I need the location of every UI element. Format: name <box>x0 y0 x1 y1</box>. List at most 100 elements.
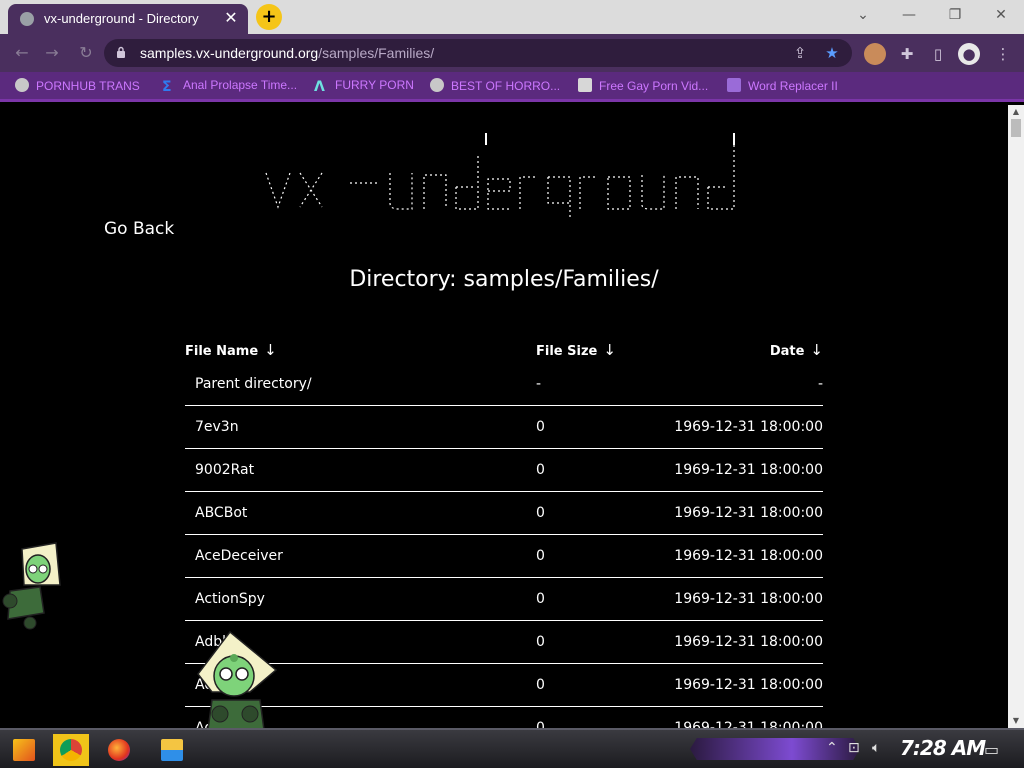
scroll-up-icon[interactable]: ▲ <box>1008 105 1024 119</box>
file-date: 1969-12-31 18:00:00 <box>674 505 823 521</box>
table-row: Aderb 0 1969-12-31 18:00:00 <box>185 707 823 728</box>
table-row: AceDeceiver 0 1969-12-31 18:00:00 <box>185 535 823 578</box>
lambda-icon: Λ <box>314 79 325 95</box>
vx-underground-logo <box>265 133 735 220</box>
vertical-scrollbar[interactable]: ▲ ▼ <box>1008 105 1024 728</box>
tray-chevron-icon[interactable]: ⌃ <box>826 740 838 756</box>
table-row: Adbka 0 1969-12-31 18:00:00 <box>185 621 823 664</box>
tab-title: vx-underground - Directory <box>44 11 199 26</box>
scroll-thumb[interactable] <box>1011 119 1021 137</box>
sort-by-date-header[interactable]: Date ↓ <box>770 341 823 359</box>
restore-button[interactable]: ❐ <box>932 4 978 26</box>
sort-by-name-header[interactable]: File Name ↓ <box>185 341 277 359</box>
file-name-link[interactable]: ABCBot <box>195 505 247 521</box>
tab-search-icon[interactable]: ⌄ <box>840 4 886 26</box>
go-back-link[interactable]: Go Back <box>104 219 174 239</box>
close-tab-icon[interactable]: ✕ <box>222 9 240 27</box>
table-row: 7ev3n 0 1969-12-31 18:00:00 <box>185 406 823 449</box>
wr-icon <box>727 78 741 92</box>
file-name-link[interactable]: AceDeceiver <box>195 548 283 564</box>
extension-avatar-icon[interactable] <box>864 43 886 65</box>
sort-arrow-icon: ↓ <box>810 341 823 359</box>
lock-icon <box>117 46 125 58</box>
page-content: Go Back Directory: samples/Families/ Fil… <box>0 105 1008 728</box>
file-name-link[interactable]: ActionSpy <box>195 591 265 607</box>
table-row: Aot 0 1969-12-31 18:00:00 <box>185 664 823 707</box>
menu-kebab-icon[interactable]: ⋮ <box>992 43 1014 65</box>
minimize-button[interactable]: — <box>886 4 932 26</box>
file-size: - <box>536 376 542 392</box>
file-date: 1969-12-31 18:00:00 <box>674 419 823 435</box>
taskbar-file-explorer[interactable] <box>154 734 190 766</box>
sort-arrow-icon: ↓ <box>264 341 277 359</box>
bookmark-star-icon[interactable]: ★ <box>822 43 842 63</box>
table-row: ABCBot 0 1969-12-31 18:00:00 <box>185 492 823 535</box>
chrome-icon <box>60 739 82 761</box>
taskbar-chrome[interactable] <box>53 734 89 766</box>
file-name-link[interactable]: 9002Rat <box>195 462 254 478</box>
volume-icon[interactable]: 🔈︎ <box>872 740 880 756</box>
file-listing-table: File Name ↓ File Size ↓ Date ↓ Parent direc… <box>185 337 823 728</box>
globe-icon <box>430 78 444 92</box>
taskbar: ⌃ ⊡ 🔈︎ 7:28 AM ▭ <box>0 728 1024 768</box>
share-icon[interactable]: ⇪ <box>790 43 810 63</box>
bookmark-item[interactable]: Λ FURRY PORN <box>314 78 414 96</box>
globe-icon <box>20 12 34 26</box>
firefox-icon <box>108 739 130 761</box>
tab-vx-underground[interactable]: vx-underground - Directory ✕ <box>8 4 248 34</box>
file-date: 1969-12-31 18:00:00 <box>674 720 823 728</box>
file-date: - <box>817 376 823 392</box>
sigma-icon: Σ <box>162 79 172 95</box>
globe-icon <box>15 78 29 92</box>
bookmark-item[interactable]: PORNHUB TRANS <box>15 78 140 96</box>
new-tab-button[interactable]: + <box>256 4 282 30</box>
file-size: 0 <box>536 720 545 728</box>
tab-strip: vx-underground - Directory ✕ + ⌄ — ❐ ✕ <box>0 0 1024 34</box>
bookmark-item[interactable]: Word Replacer II <box>727 78 838 96</box>
file-date: 1969-12-31 18:00:00 <box>674 548 823 564</box>
browser-toolbar: ← → ↻ samples.vx-underground.org/samples… <box>0 34 1024 72</box>
notifications-icon[interactable]: ▭ <box>984 740 999 759</box>
profile-icon[interactable]: ● <box>958 43 980 65</box>
table-row: ActionSpy 0 1969-12-31 18:00:00 <box>185 578 823 621</box>
scroll-down-icon[interactable]: ▼ <box>1008 714 1024 728</box>
network-icon[interactable]: ⊡ <box>848 740 860 756</box>
file-date: 1969-12-31 18:00:00 <box>674 634 823 650</box>
file-size: 0 <box>536 677 545 693</box>
bookmark-item[interactable]: Free Gay Porn Vid... <box>578 78 708 96</box>
url-text: samples.vx-underground.org/samples/Famil… <box>140 45 435 61</box>
sort-arrow-icon: ↓ <box>603 341 616 359</box>
address-bar[interactable]: samples.vx-underground.org/samples/Famil… <box>104 39 852 67</box>
mascot-character-small <box>2 542 61 630</box>
taskbar-clock[interactable]: 7:28 AM <box>900 736 986 760</box>
bookmark-item[interactable]: Σ Anal Prolapse Time... <box>162 78 297 96</box>
table-row: Parent directory/ - - <box>185 363 823 406</box>
extensions-puzzle-icon[interactable]: ✚ <box>896 43 918 65</box>
start-icon <box>13 739 35 761</box>
side-panel-icon[interactable]: ▯ <box>927 43 949 65</box>
close-window-button[interactable]: ✕ <box>978 4 1024 26</box>
forward-icon[interactable]: → <box>40 42 64 64</box>
file-explorer-icon <box>161 739 183 761</box>
table-header: File Name ↓ File Size ↓ Date ↓ <box>185 337 823 363</box>
table-row: 9002Rat 0 1969-12-31 18:00:00 <box>185 449 823 492</box>
taskbar-firefox[interactable] <box>101 734 137 766</box>
file-size: 0 <box>536 591 545 607</box>
bookmark-item[interactable]: BEST OF HORRO... <box>430 78 560 96</box>
file-size: 0 <box>536 634 545 650</box>
file-size: 0 <box>536 548 545 564</box>
page-title: Directory: samples/Families/ <box>349 267 659 292</box>
file-date: 1969-12-31 18:00:00 <box>674 462 823 478</box>
start-button[interactable] <box>6 734 42 766</box>
file-size: 0 <box>536 419 545 435</box>
reload-icon[interactable]: ↻ <box>74 42 98 64</box>
bookmarks-bar: PORNHUB TRANS Σ Anal Prolapse Time... Λ FU… <box>0 72 1024 102</box>
file-date: 1969-12-31 18:00:00 <box>674 591 823 607</box>
file-name-link[interactable]: 7ev3n <box>195 419 239 435</box>
file-size: 0 <box>536 505 545 521</box>
back-icon[interactable]: ← <box>10 42 34 64</box>
file-size: 0 <box>536 462 545 478</box>
file-name-link[interactable]: Parent directory/ <box>195 376 312 392</box>
file-date: 1969-12-31 18:00:00 <box>674 677 823 693</box>
sort-by-size-header[interactable]: File Size ↓ <box>536 341 616 359</box>
